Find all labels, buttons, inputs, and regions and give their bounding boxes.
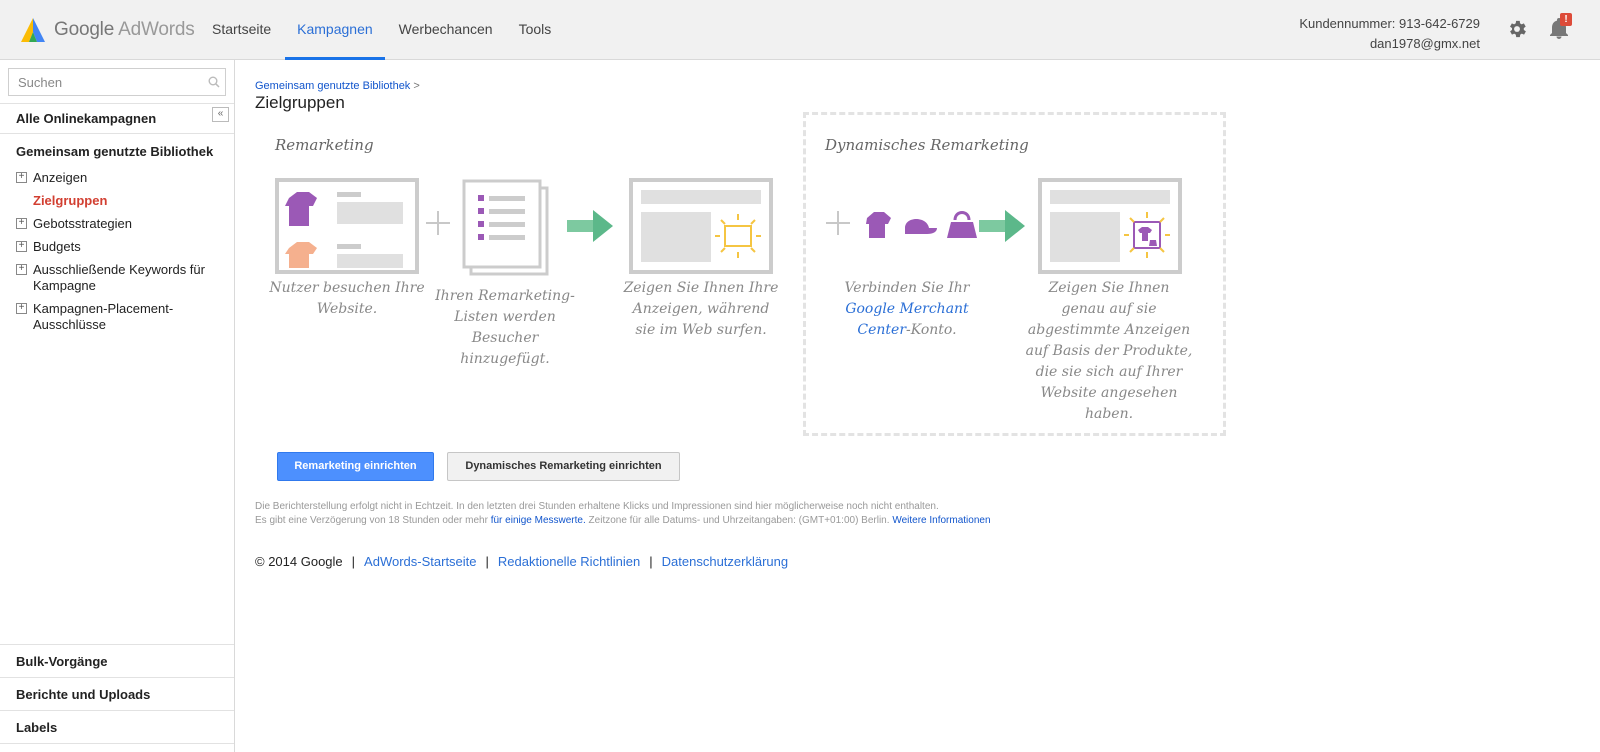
all-campaigns-link[interactable]: Alle Onlinekampagnen bbox=[16, 111, 156, 126]
expand-icon[interactable]: + bbox=[16, 264, 27, 275]
sidebar: Alle Onlinekampagnen « Gemeinsam genutzt… bbox=[0, 60, 235, 752]
library-title[interactable]: Gemeinsam genutzte Bibliothek bbox=[16, 144, 213, 159]
account-info[interactable]: Kundennummer: 913-642-6729 dan1978@gmx.n… bbox=[1299, 14, 1480, 54]
product-icons bbox=[866, 211, 977, 238]
sidebar-item-label: Anzeigen bbox=[33, 170, 88, 185]
nav-startseite[interactable]: Startseite bbox=[200, 0, 283, 60]
breadcrumb: Gemeinsam genutzte Bibliothek > bbox=[255, 80, 420, 92]
sidebar-item-label: Gebotsstrategien bbox=[33, 216, 133, 231]
some-metrics-link[interactable]: für einige Messwerte. bbox=[491, 515, 586, 526]
step-users-visit-caption: Nutzer besuchen Ihre Website. bbox=[269, 280, 425, 317]
dynamic-ad-illustration bbox=[1038, 178, 1182, 274]
website-visit-illustration bbox=[275, 178, 419, 274]
page-title: Zielgruppen bbox=[255, 93, 345, 112]
sidebar-item-gebotsstrategien[interactable]: + Gebotsstrategien bbox=[16, 216, 226, 232]
footer-privacy-link[interactable]: Datenschutzerklärung bbox=[662, 554, 788, 569]
step-list-added-caption: Ihren Remarketing-Listen werden Besucher… bbox=[435, 288, 575, 367]
logo-google: Google bbox=[54, 19, 115, 40]
more-info-link[interactable]: Weitere Informationen bbox=[892, 515, 990, 526]
expand-icon[interactable]: + bbox=[16, 303, 27, 314]
remarketing-list-illustration bbox=[462, 179, 549, 276]
divider bbox=[0, 133, 234, 134]
remarketing-title: Remarketing bbox=[275, 136, 374, 154]
footer-editorial-guidelines-link[interactable]: Redaktionelle Richtlinien bbox=[498, 554, 640, 569]
reports-uploads-link[interactable]: Berichte und Uploads bbox=[16, 687, 150, 702]
timezone-text: Zeitzone für alle Datums- und Uhrzeitang… bbox=[588, 515, 890, 526]
sidebar-item-label: Ausschließende Keywords für Kampagne bbox=[33, 262, 205, 293]
divider bbox=[0, 743, 234, 744]
divider bbox=[0, 677, 234, 678]
setup-dynamic-remarketing-button[interactable]: Dynamisches Remarketing einrichten bbox=[447, 452, 680, 481]
connect-text-suffix: -Konto. bbox=[906, 322, 957, 338]
notice-line-1: Die Berichterstellung erfolgt nicht in E… bbox=[255, 501, 939, 512]
adwords-logo[interactable]: Google AdWords bbox=[20, 16, 195, 44]
gear-icon[interactable] bbox=[1506, 18, 1528, 40]
sidebar-search bbox=[8, 68, 226, 96]
main-content: Gemeinsam genutzte Bibliothek > Zielgrup… bbox=[235, 60, 1600, 752]
reporting-notice: Die Berichterstellung erfolgt nicht in E… bbox=[255, 500, 991, 528]
labels-link[interactable]: Labels bbox=[16, 720, 57, 735]
sidebar-item-label: Zielgruppen bbox=[33, 193, 108, 208]
connect-text: Verbinden Sie Ihr bbox=[844, 280, 970, 296]
divider bbox=[0, 644, 234, 645]
setup-remarketing-button[interactable]: Remarketing einrichten bbox=[277, 452, 434, 481]
breadcrumb-separator: > bbox=[413, 80, 420, 92]
footer-adwords-home-link[interactable]: AdWords-Startseite bbox=[364, 554, 476, 569]
nav-tools[interactable]: Tools bbox=[507, 0, 564, 60]
ad-display-illustration bbox=[629, 178, 773, 274]
arrow-right-icon bbox=[979, 210, 1025, 242]
bulk-operations-link[interactable]: Bulk-Vorgänge bbox=[16, 654, 108, 669]
copyright: © 2014 Google bbox=[255, 554, 343, 569]
notice-line-2: Es gibt eine Verzögerung von 18 Stunden … bbox=[255, 514, 991, 528]
notifications-button[interactable]: ! bbox=[1546, 13, 1572, 42]
adwords-logo-icon bbox=[21, 18, 45, 42]
logo-adwords: AdWords bbox=[118, 19, 195, 40]
logo-text: Google AdWords bbox=[54, 19, 195, 41]
collapse-sidebar-button[interactable]: « bbox=[212, 107, 229, 122]
top-header: Google AdWords Startseite Kampagnen Werb… bbox=[0, 0, 1600, 60]
search-icon[interactable] bbox=[208, 76, 220, 88]
notice-delay-text: Es gibt eine Verzögerung von 18 Stunden … bbox=[255, 515, 488, 526]
expand-icon[interactable]: + bbox=[16, 172, 27, 183]
customer-number: Kundennummer: 913-642-6729 bbox=[1299, 16, 1480, 31]
sidebar-item-budgets[interactable]: + Budgets bbox=[16, 239, 226, 255]
breadcrumb-library-link[interactable]: Gemeinsam genutzte Bibliothek bbox=[255, 80, 410, 92]
nav-werbechancen[interactable]: Werbechancen bbox=[387, 0, 505, 60]
step-show-ads-caption: Zeigen Sie Ihnen Ihre Anzeigen, während … bbox=[623, 280, 779, 338]
dynamic-remarketing-title: Dynamisches Remarketing bbox=[825, 136, 1029, 154]
search-input[interactable] bbox=[9, 69, 199, 95]
divider bbox=[0, 103, 234, 104]
account-email: dan1978@gmx.net bbox=[1369, 36, 1480, 51]
divider bbox=[0, 710, 234, 711]
step-connect-merchant-caption: Verbinden Sie Ihr Google Merchant Center… bbox=[827, 278, 987, 341]
sidebar-item-zielgruppen[interactable]: Zielgruppen bbox=[16, 193, 226, 209]
nav-kampagnen[interactable]: Kampagnen bbox=[285, 0, 385, 60]
sidebar-item-label: Kampagnen-Placement-Ausschlüsse bbox=[33, 301, 174, 332]
sidebar-item-anzeigen[interactable]: + Anzeigen bbox=[16, 170, 226, 186]
sidebar-item-placement-exclusions[interactable]: + Kampagnen-Placement-Ausschlüsse bbox=[16, 301, 191, 333]
arrow-right-icon bbox=[567, 210, 613, 242]
sidebar-item-negative-keywords[interactable]: + Ausschließende Keywords für Kampagne bbox=[16, 262, 216, 294]
expand-icon[interactable]: + bbox=[16, 218, 27, 229]
plus-icon bbox=[826, 211, 850, 235]
expand-icon[interactable]: + bbox=[16, 241, 27, 252]
sidebar-item-label: Budgets bbox=[33, 239, 81, 254]
plus-icon bbox=[426, 211, 450, 235]
main-nav: Startseite Kampagnen Werbechancen Tools bbox=[200, 0, 565, 60]
notification-badge: ! bbox=[1560, 13, 1572, 26]
step-dynamic-ads-caption: Zeigen Sie Ihnen genau auf sie abgestimm… bbox=[1025, 280, 1193, 422]
footer: © 2014 Google | AdWords-Startseite | Redakti… bbox=[255, 554, 789, 569]
